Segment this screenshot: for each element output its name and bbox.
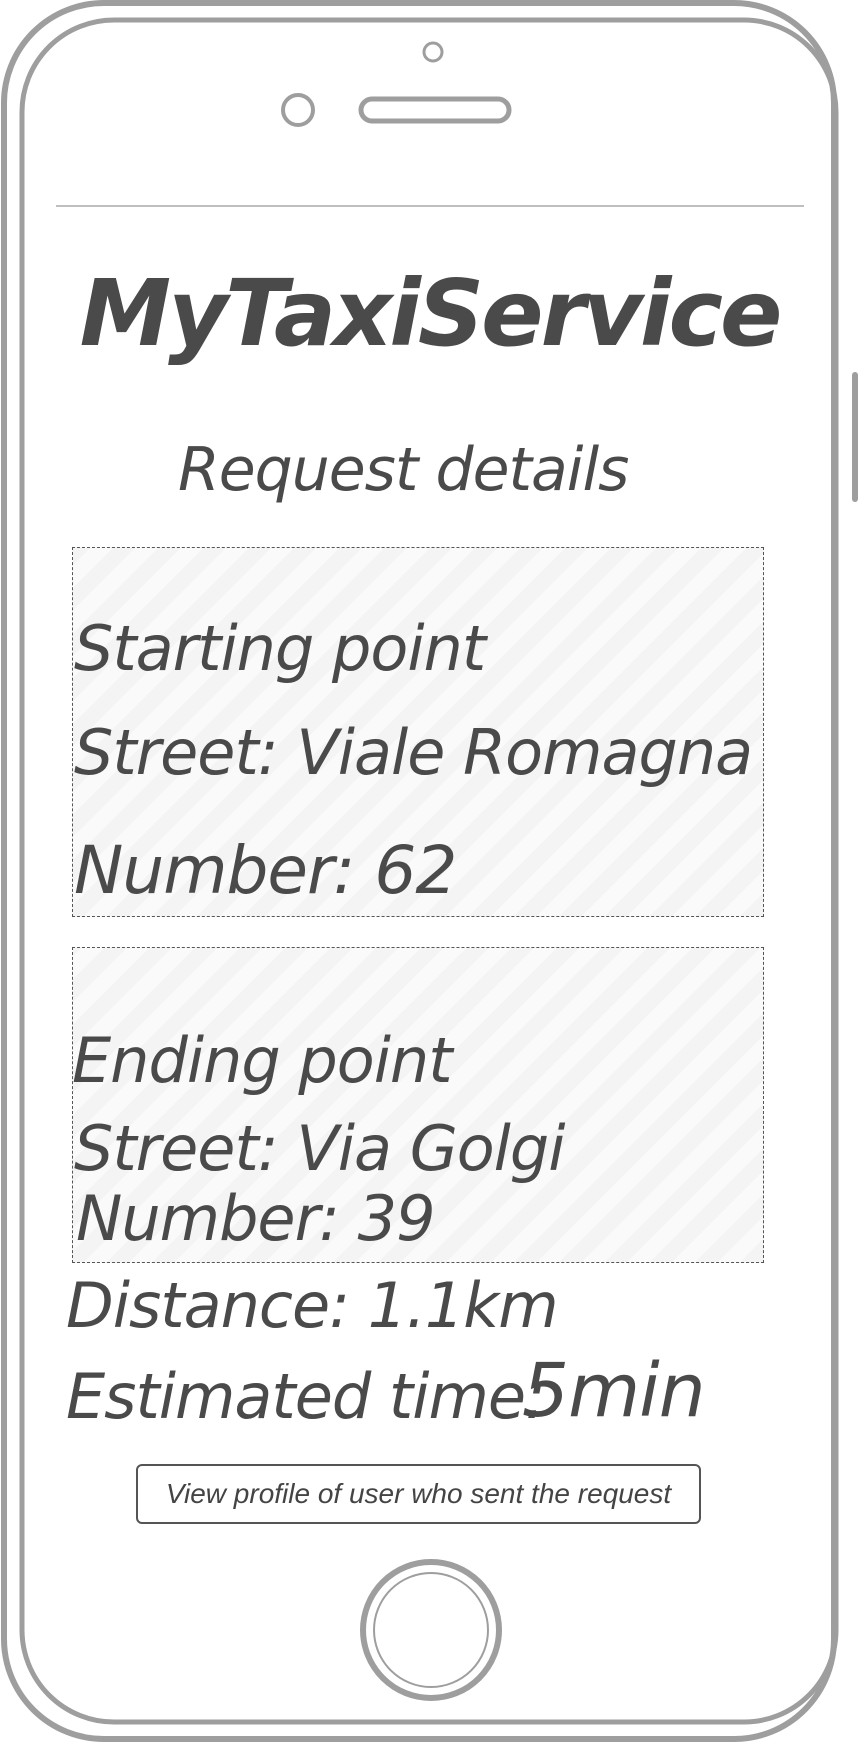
starting-point-number: Number: 62 — [74, 832, 457, 909]
estimated-time-label: Estimated time: — [66, 1360, 546, 1433]
estimated-time-value: 5min — [522, 1348, 706, 1434]
speaker-icon — [358, 96, 512, 124]
distance: Distance: 1.1km — [66, 1269, 559, 1342]
ending-point-heading: Ending point — [72, 1024, 453, 1097]
camera-icon — [422, 41, 444, 63]
ending-point-street: Street: Via Golgi — [74, 1112, 565, 1185]
starting-point-street: Street: Viale Romagna — [74, 716, 753, 789]
home-button-icon — [360, 1559, 502, 1701]
front-camera-icon — [281, 93, 315, 127]
view-profile-button[interactable]: View profile of user who sent the reques… — [136, 1464, 701, 1524]
starting-point-heading: Starting point — [74, 612, 486, 685]
screen-title: Request details — [178, 435, 629, 505]
app-title: MyTaxiService — [79, 260, 783, 367]
ending-point-number: Number: 39 — [76, 1182, 436, 1255]
